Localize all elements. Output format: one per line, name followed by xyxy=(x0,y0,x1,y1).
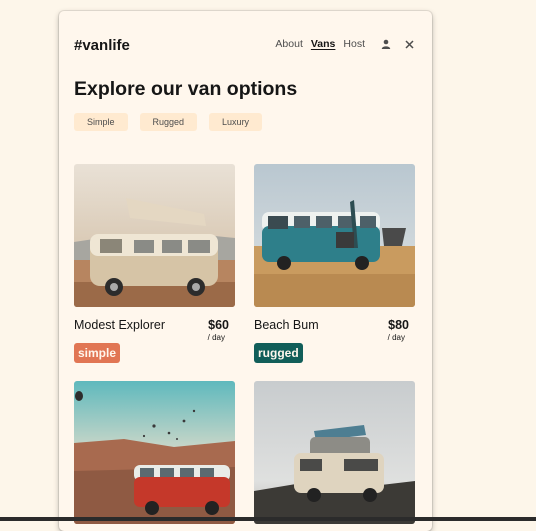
van-price-unit: / day xyxy=(387,333,405,342)
filter-luxury-button[interactable]: Luxury xyxy=(209,113,263,131)
van-image[interactable] xyxy=(74,381,235,524)
filter-simple-button[interactable]: Simple xyxy=(74,113,128,131)
site-logo[interactable]: #vanlife xyxy=(74,37,130,54)
van-card[interactable]: Beach Bum $80 / day rugged xyxy=(254,164,415,363)
van-price: $60 xyxy=(208,318,229,332)
van-image[interactable] xyxy=(254,381,415,524)
nav-host-link[interactable]: Host xyxy=(343,38,365,50)
page-title: Explore our van options xyxy=(74,78,298,100)
nav-about-link[interactable]: About xyxy=(275,38,302,50)
app-window: #vanlife About Vans Host Explore our van… xyxy=(59,11,432,531)
filter-rugged-button[interactable]: Rugged xyxy=(139,113,198,131)
taskbar-edge xyxy=(0,517,536,521)
main-nav: About Vans Host xyxy=(275,38,414,50)
close-icon[interactable] xyxy=(405,39,414,49)
van-card[interactable] xyxy=(74,381,235,524)
nav-vans-link[interactable]: Vans xyxy=(311,38,336,50)
van-type-badge: rugged xyxy=(254,343,303,363)
van-price: $80 xyxy=(388,318,409,332)
van-card[interactable] xyxy=(254,381,415,524)
van-type-badge: simple xyxy=(74,343,121,363)
van-image[interactable] xyxy=(74,164,235,307)
van-name[interactable]: Beach Bum xyxy=(254,318,319,332)
filter-bar: Simple Rugged Luxury xyxy=(74,113,274,131)
van-card[interactable]: Modest Explorer $60 / day simple xyxy=(74,164,235,363)
person-icon[interactable] xyxy=(381,39,391,49)
van-price-unit: / day xyxy=(207,333,225,342)
van-image[interactable] xyxy=(254,164,415,307)
van-name[interactable]: Modest Explorer xyxy=(74,318,165,332)
